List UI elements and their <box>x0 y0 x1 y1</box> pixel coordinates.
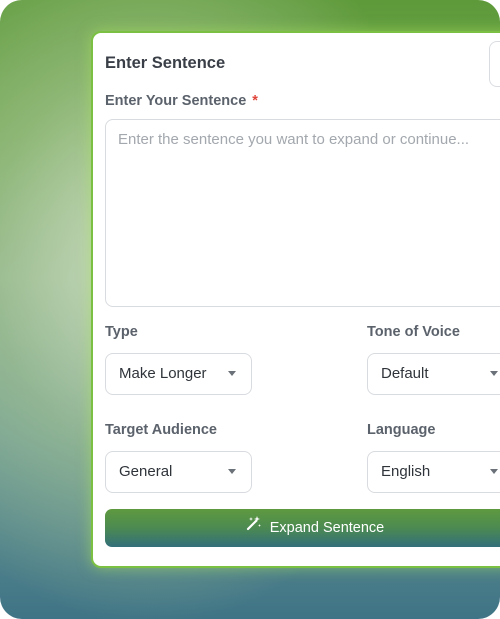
expand-sentence-button[interactable]: Expand Sentence <box>105 509 500 547</box>
magic-wand-icon <box>246 508 262 546</box>
sentence-label: Enter Your Sentence * <box>105 93 258 109</box>
background-frame: Enter Sentence Enter Your Sentence * Ente… <box>0 0 500 619</box>
sentence-label-text: Enter Your Sentence <box>105 93 247 109</box>
tone-select-value: Default <box>381 365 429 382</box>
caret-down-icon <box>490 469 498 474</box>
card-title: Enter Sentence <box>105 54 226 72</box>
required-marker: * <box>252 93 258 109</box>
sentence-textarea[interactable]: Enter the sentence you want to expand or… <box>105 119 500 307</box>
type-select[interactable]: Make Longer <box>105 353 252 395</box>
sentence-placeholder: Enter the sentence you want to expand or… <box>118 131 470 148</box>
type-select-value: Make Longer <box>119 365 207 382</box>
caret-down-icon <box>490 371 498 376</box>
type-label: Type <box>105 324 138 340</box>
caret-down-icon <box>228 371 236 376</box>
caret-down-icon <box>228 469 236 474</box>
audience-select[interactable]: General <box>105 451 252 493</box>
audience-select-value: General <box>119 463 173 480</box>
language-select-value: English <box>381 463 431 480</box>
expand-sentence-label: Expand Sentence <box>269 520 385 536</box>
sentence-form-card: Enter Sentence Enter Your Sentence * Ente… <box>91 31 500 568</box>
audience-label: Target Audience <box>105 422 217 438</box>
corner-control[interactable] <box>489 41 500 87</box>
language-label: Language <box>367 422 436 438</box>
tone-select[interactable]: Default <box>367 353 500 395</box>
tone-label: Tone of Voice <box>367 324 460 340</box>
language-select[interactable]: English <box>367 451 500 493</box>
